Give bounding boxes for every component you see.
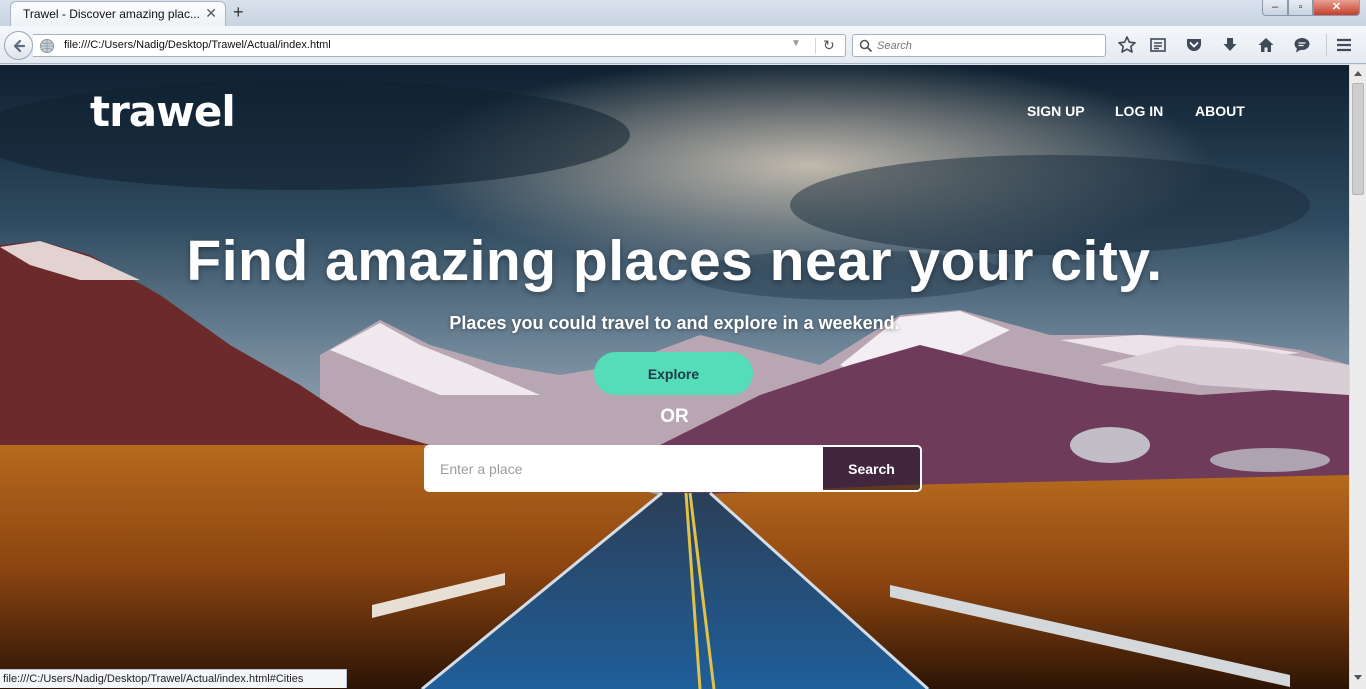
page-viewport: trawel SIGN UP LOG IN ABOUT Find amazing… — [0, 65, 1349, 689]
window-maximize-button[interactable]: ▫ — [1288, 0, 1313, 16]
bookmark-star-icon[interactable] — [1117, 35, 1137, 55]
place-search-button[interactable]: Search — [823, 447, 920, 490]
tab-title: Trawel - Discover amazing plac... — [23, 7, 200, 21]
hero-subheadline: Places you could travel to and explore i… — [449, 313, 900, 333]
url-divider — [815, 38, 816, 54]
browser-search-input[interactable] — [877, 37, 1097, 54]
browser-search-bar[interactable] — [852, 34, 1106, 57]
tab-strip: Trawel - Discover amazing plac... ✕ + – … — [0, 0, 1366, 26]
pocket-icon[interactable] — [1184, 35, 1204, 55]
vertical-scrollbar[interactable] — [1349, 65, 1366, 689]
maximize-icon: ▫ — [1298, 1, 1303, 13]
back-button[interactable] — [4, 31, 33, 60]
nav-sign-up-link[interactable]: SIGN UP — [1027, 103, 1085, 119]
home-icon[interactable] — [1256, 35, 1276, 55]
minimize-icon: – — [1271, 1, 1279, 13]
history-dropdown-icon[interactable]: ▼ — [791, 38, 801, 49]
scrollbar-thumb[interactable] — [1352, 83, 1364, 195]
scroll-down-arrow-icon[interactable] — [1354, 675, 1362, 680]
browser-tab[interactable]: Trawel - Discover amazing plac... ✕ — [10, 1, 226, 26]
nav-log-in-link[interactable]: LOG IN — [1115, 103, 1163, 119]
status-bar-url: file:///C:/Users/Nadig/Desktop/Trawel/Ac… — [0, 669, 347, 688]
globe-icon — [40, 39, 54, 53]
window-close-button[interactable]: ✕ — [1313, 0, 1360, 16]
close-icon: ✕ — [1331, 1, 1342, 13]
menu-icon[interactable] — [1334, 35, 1354, 55]
hero-headline: Find amazing places near your city. — [186, 229, 1163, 293]
place-search-input[interactable] — [426, 447, 823, 490]
url-text: file:///C:/Users/Nadig/Desktop/Trawel/Ac… — [64, 39, 331, 51]
url-bar[interactable]: file:///C:/Users/Nadig/Desktop/Trawel/Ac… — [33, 34, 846, 57]
search-icon — [859, 39, 873, 53]
window-minimize-button[interactable]: – — [1262, 0, 1288, 16]
browser-toolbar: file:///C:/Users/Nadig/Desktop/Trawel/Ac… — [0, 26, 1366, 64]
chat-icon[interactable] — [1292, 35, 1312, 55]
reload-icon[interactable]: ↻ — [823, 37, 835, 54]
toolbar-divider — [1326, 34, 1327, 56]
new-tab-icon[interactable]: + — [233, 2, 244, 23]
explore-button[interactable]: Explore — [594, 352, 753, 395]
scroll-up-arrow-icon[interactable] — [1354, 71, 1362, 76]
or-separator: OR — [660, 406, 689, 427]
download-icon[interactable] — [1220, 35, 1240, 55]
nav-about-link[interactable]: ABOUT — [1195, 103, 1245, 119]
tab-close-icon[interactable]: ✕ — [205, 5, 217, 22]
site-nav: SIGN UP LOG IN ABOUT — [1010, 103, 1250, 123]
place-search-form: Search — [424, 445, 922, 492]
back-arrow-icon — [13, 39, 26, 53]
site-logo[interactable]: trawel — [90, 87, 236, 136]
reading-list-icon[interactable] — [1148, 35, 1168, 55]
